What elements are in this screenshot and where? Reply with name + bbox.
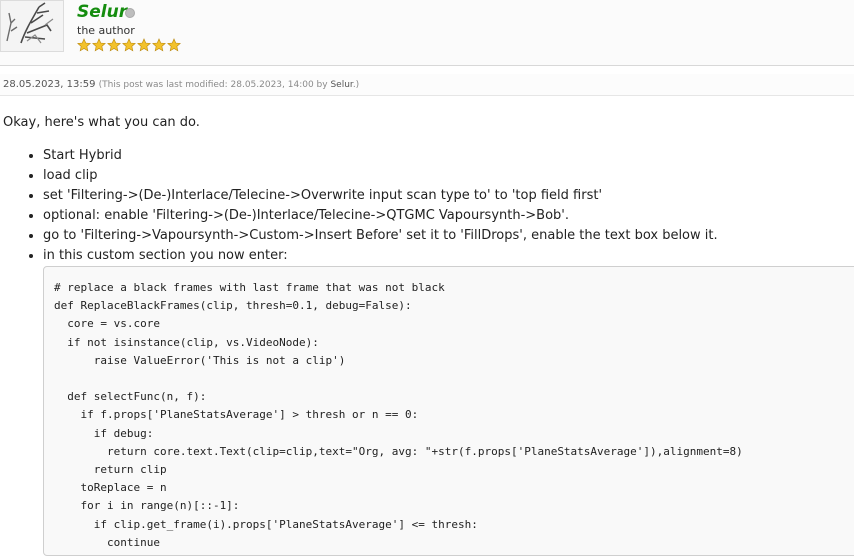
author-user-title: the author [77, 24, 135, 37]
modified-by-link[interactable]: Selur [330, 80, 352, 90]
list-item: go to 'Filtering->Vapoursynth->Custom->I… [43, 226, 854, 246]
code-text[interactable]: # replace a black frames with last frame… [44, 267, 854, 555]
list-item: in this custom section you now enter: [43, 246, 854, 266]
list-item: Start Hybrid [43, 146, 854, 166]
star-icon [137, 38, 151, 52]
post-author-header: Selur the author [0, 0, 854, 66]
list-item: optional: enable 'Filtering->(De-)Interl… [43, 206, 854, 226]
last-modified-text: (This post was last modified: 28.05.2023… [98, 80, 331, 90]
star-icon [152, 38, 166, 52]
star-icon [92, 38, 106, 52]
star-icon [167, 38, 181, 52]
star-icon [107, 38, 121, 52]
post-info-bar: 28.05.2023, 13:59 (This post was last mo… [0, 74, 854, 96]
rank-stars [77, 38, 181, 52]
post-date-text: 28.05.2023, 13:59 [3, 79, 96, 90]
post-date: 28.05.2023, 13:59 (This post was last mo… [3, 79, 359, 90]
author-name-link[interactable]: Selur [77, 2, 127, 22]
steps-list: Start Hybrid load clip set 'Filtering->(… [3, 146, 854, 266]
last-modified-suffix: .) [352, 80, 360, 90]
star-icon [122, 38, 136, 52]
post-body: Okay, here's what you can do. Start Hybr… [3, 114, 854, 266]
list-item: set 'Filtering->(De-)Interlace/Telecine-… [43, 186, 854, 206]
post-intro: Okay, here's what you can do. [3, 115, 200, 130]
avatar[interactable] [0, 0, 64, 52]
star-icon [77, 38, 91, 52]
offline-status-icon [125, 8, 135, 18]
avatar-image [6, 2, 54, 44]
last-modified-note: (This post was last modified: 28.05.2023… [99, 80, 360, 90]
list-item: load clip [43, 166, 854, 186]
code-block[interactable]: # replace a black frames with last frame… [43, 266, 854, 556]
